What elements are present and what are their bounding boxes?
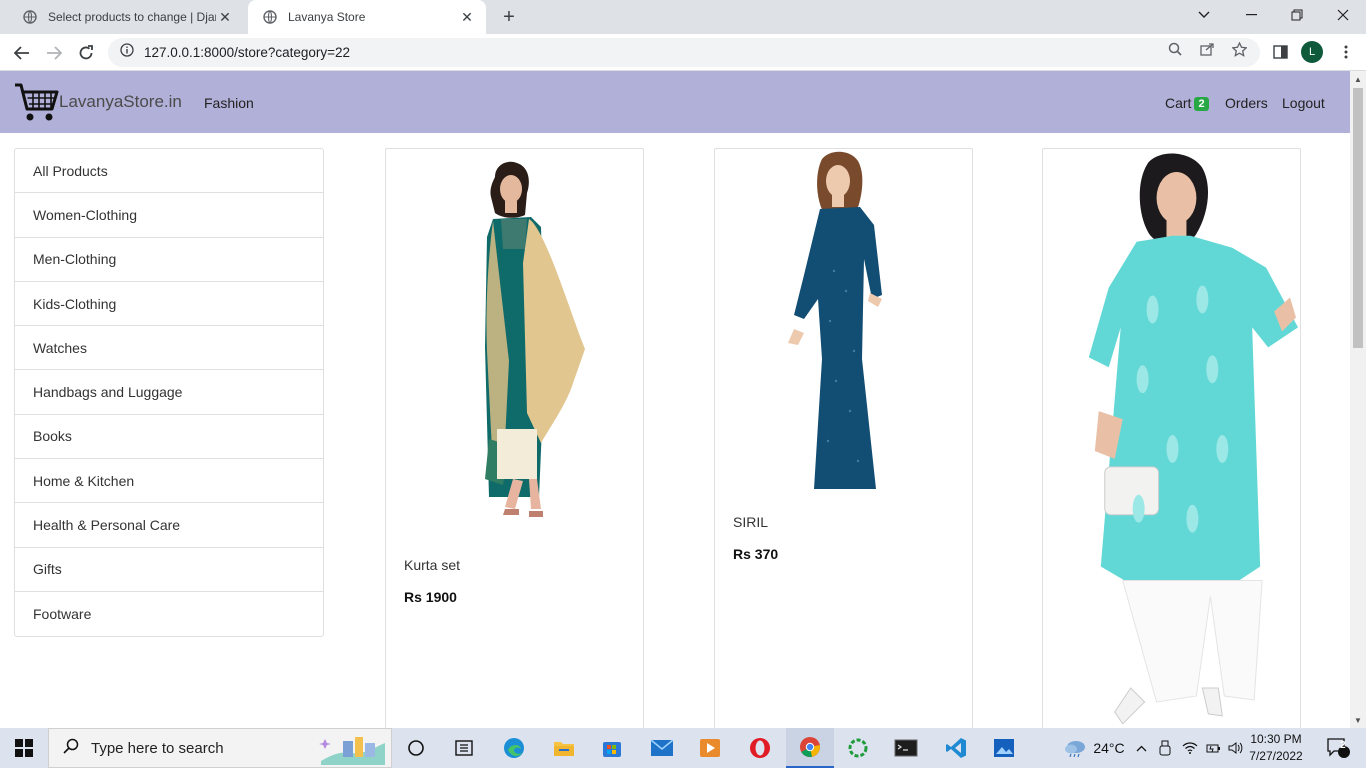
tab-close-icon[interactable]: ✕ — [216, 9, 234, 26]
cart-count-badge: 2 — [1194, 97, 1209, 111]
shopping-cart-icon — [13, 81, 59, 128]
nav-link-fashion[interactable]: Fashion — [204, 95, 254, 111]
side-panel-icon[interactable] — [1270, 42, 1290, 62]
globe-icon — [22, 9, 38, 25]
product-image[interactable] — [1043, 149, 1300, 728]
close-window-icon[interactable] — [1320, 0, 1366, 30]
product-price: Rs 370 — [733, 546, 779, 562]
category-item-footware[interactable]: Footware — [15, 592, 323, 636]
notification-count: 2 — [1340, 740, 1346, 751]
category-item-home-kitchen[interactable]: Home & Kitchen — [15, 459, 323, 504]
browser-toolbar: 127.0.0.1:8000/store?category=22 L — [0, 34, 1366, 71]
scroll-up-arrow-icon[interactable]: ▲ — [1350, 71, 1366, 87]
task-view-icon[interactable] — [398, 728, 434, 768]
scroll-down-arrow-icon[interactable]: ▼ — [1350, 712, 1366, 728]
edge-browser-icon[interactable] — [496, 728, 532, 768]
category-item-books[interactable]: Books — [15, 415, 323, 460]
volume-icon[interactable] — [1226, 728, 1246, 768]
brand-name: LavanyaStore.in — [59, 92, 182, 111]
clock-time: 10:30 PM — [1250, 732, 1302, 746]
weather-widget[interactable]: 24°C — [1054, 728, 1134, 768]
forward-arrow-icon[interactable] — [41, 40, 67, 66]
tab-title: Select products to change | Djang — [48, 10, 216, 24]
page-viewport: LavanyaStore.in Fashion Cart 2 Orders Log… — [0, 71, 1350, 728]
zoom-icon[interactable] — [1166, 40, 1184, 58]
product-card[interactable] — [1042, 148, 1301, 728]
kebab-menu-icon[interactable] — [1336, 42, 1356, 62]
browser-tab-lavanya-store[interactable]: Lavanya Store ✕ — [248, 0, 486, 34]
reload-icon[interactable] — [73, 40, 99, 66]
search-highlight-icon — [317, 733, 387, 768]
photos-app-icon[interactable] — [986, 728, 1022, 768]
taskbar-clock[interactable]: 10:30 PM 7/27/2022 — [1244, 731, 1308, 765]
usb-device-icon[interactable] — [1156, 728, 1174, 768]
bookmark-star-icon[interactable] — [1230, 40, 1248, 58]
notification-center-icon[interactable]: 2 — [1318, 728, 1358, 768]
profile-avatar[interactable]: L — [1301, 41, 1323, 63]
mail-icon[interactable] — [644, 728, 680, 768]
site-navbar: LavanyaStore.in Fashion Cart 2 Orders Log… — [0, 71, 1350, 133]
product-name[interactable]: SIRIL — [733, 514, 768, 530]
woman-green-kurta-set-image — [484, 161, 585, 517]
logout-link[interactable]: Logout — [1282, 95, 1325, 111]
media-player-icon[interactable] — [692, 728, 728, 768]
tab-close-icon[interactable]: ✕ — [458, 9, 476, 26]
tray-chevron-up-icon[interactable] — [1132, 728, 1150, 768]
woman-turquoise-kurta-image — [1088, 153, 1299, 725]
product-card[interactable]: Kurta set Rs 1900 — [385, 148, 644, 728]
search-placeholder: Type here to search — [91, 739, 224, 757]
category-item-all-products[interactable]: All Products — [15, 149, 323, 194]
cloud-rain-icon — [1065, 741, 1086, 757]
windows-taskbar: Type here to search 24°C 10:30 PM 7/27/2… — [0, 728, 1366, 768]
category-item-handbags-and-luggage[interactable]: Handbags and Luggage — [15, 370, 323, 415]
category-item-women-clothing[interactable]: Women-Clothing — [15, 193, 323, 238]
browser-tab-django-admin[interactable]: Select products to change | Djang ✕ — [8, 0, 244, 34]
wifi-icon[interactable] — [1180, 728, 1200, 768]
brand-link[interactable]: LavanyaStore.in — [13, 81, 182, 128]
orders-link[interactable]: Orders — [1225, 95, 1268, 111]
minimize-icon[interactable] — [1228, 0, 1274, 30]
back-arrow-icon[interactable] — [9, 40, 35, 66]
search-icon — [63, 738, 79, 759]
url-text: 127.0.0.1:8000/store?category=22 — [144, 45, 351, 60]
category-item-men-clothing[interactable]: Men-Clothing — [15, 238, 323, 282]
product-price: Rs 1900 — [404, 589, 457, 605]
opera-browser-icon[interactable] — [742, 728, 778, 768]
tab-search-chevron-icon[interactable] — [1181, 0, 1227, 30]
tab-title: Lavanya Store — [288, 10, 366, 24]
category-item-watches[interactable]: Watches — [15, 326, 323, 371]
windows-start-icon[interactable] — [0, 728, 48, 768]
product-image[interactable] — [386, 159, 643, 529]
share-icon[interactable] — [1198, 40, 1216, 58]
cart-label: Cart — [1165, 95, 1192, 111]
category-item-health-personal-care[interactable]: Health & Personal Care — [15, 503, 323, 548]
category-item-gifts[interactable]: Gifts — [15, 548, 323, 592]
product-image[interactable] — [715, 151, 972, 493]
weather-temperature: 24°C — [1093, 740, 1125, 756]
scrollbar-thumb[interactable] — [1353, 88, 1363, 348]
new-tab-button[interactable]: + — [498, 6, 520, 28]
terminal-icon[interactable] — [888, 728, 924, 768]
globe-icon — [262, 9, 278, 25]
cart-link[interactable]: Cart 2 — [1165, 95, 1209, 111]
product-card[interactable]: SIRIL Rs 370 — [714, 148, 973, 728]
file-explorer-icon[interactable] — [544, 728, 584, 768]
site-info-icon[interactable] — [120, 43, 134, 62]
chrome-browser-icon[interactable] — [786, 728, 834, 768]
loading-ring-app-icon[interactable] — [840, 728, 876, 768]
address-bar[interactable]: 127.0.0.1:8000/store?category=22 — [108, 38, 1260, 67]
vertical-scrollbar[interactable]: ▲ ▼ — [1350, 71, 1366, 728]
battery-plug-icon[interactable] — [1204, 728, 1224, 768]
category-item-kids-clothing[interactable]: Kids-Clothing — [15, 282, 323, 327]
vscode-icon[interactable] — [938, 728, 974, 768]
product-name[interactable]: Kurta set — [404, 557, 460, 573]
browser-tab-bar: Select products to change | Djang ✕ Lava… — [0, 0, 1366, 34]
category-list: All Products Women-Clothing Men-Clothing… — [14, 148, 324, 638]
woman-blue-kurta-image — [787, 151, 882, 489]
clock-date: 7/27/2022 — [1249, 749, 1303, 763]
taskbar-search-input[interactable]: Type here to search — [48, 728, 392, 768]
restore-icon[interactable] — [1274, 0, 1320, 30]
microsoft-store-icon[interactable] — [594, 728, 630, 768]
widgets-icon[interactable] — [446, 728, 482, 768]
